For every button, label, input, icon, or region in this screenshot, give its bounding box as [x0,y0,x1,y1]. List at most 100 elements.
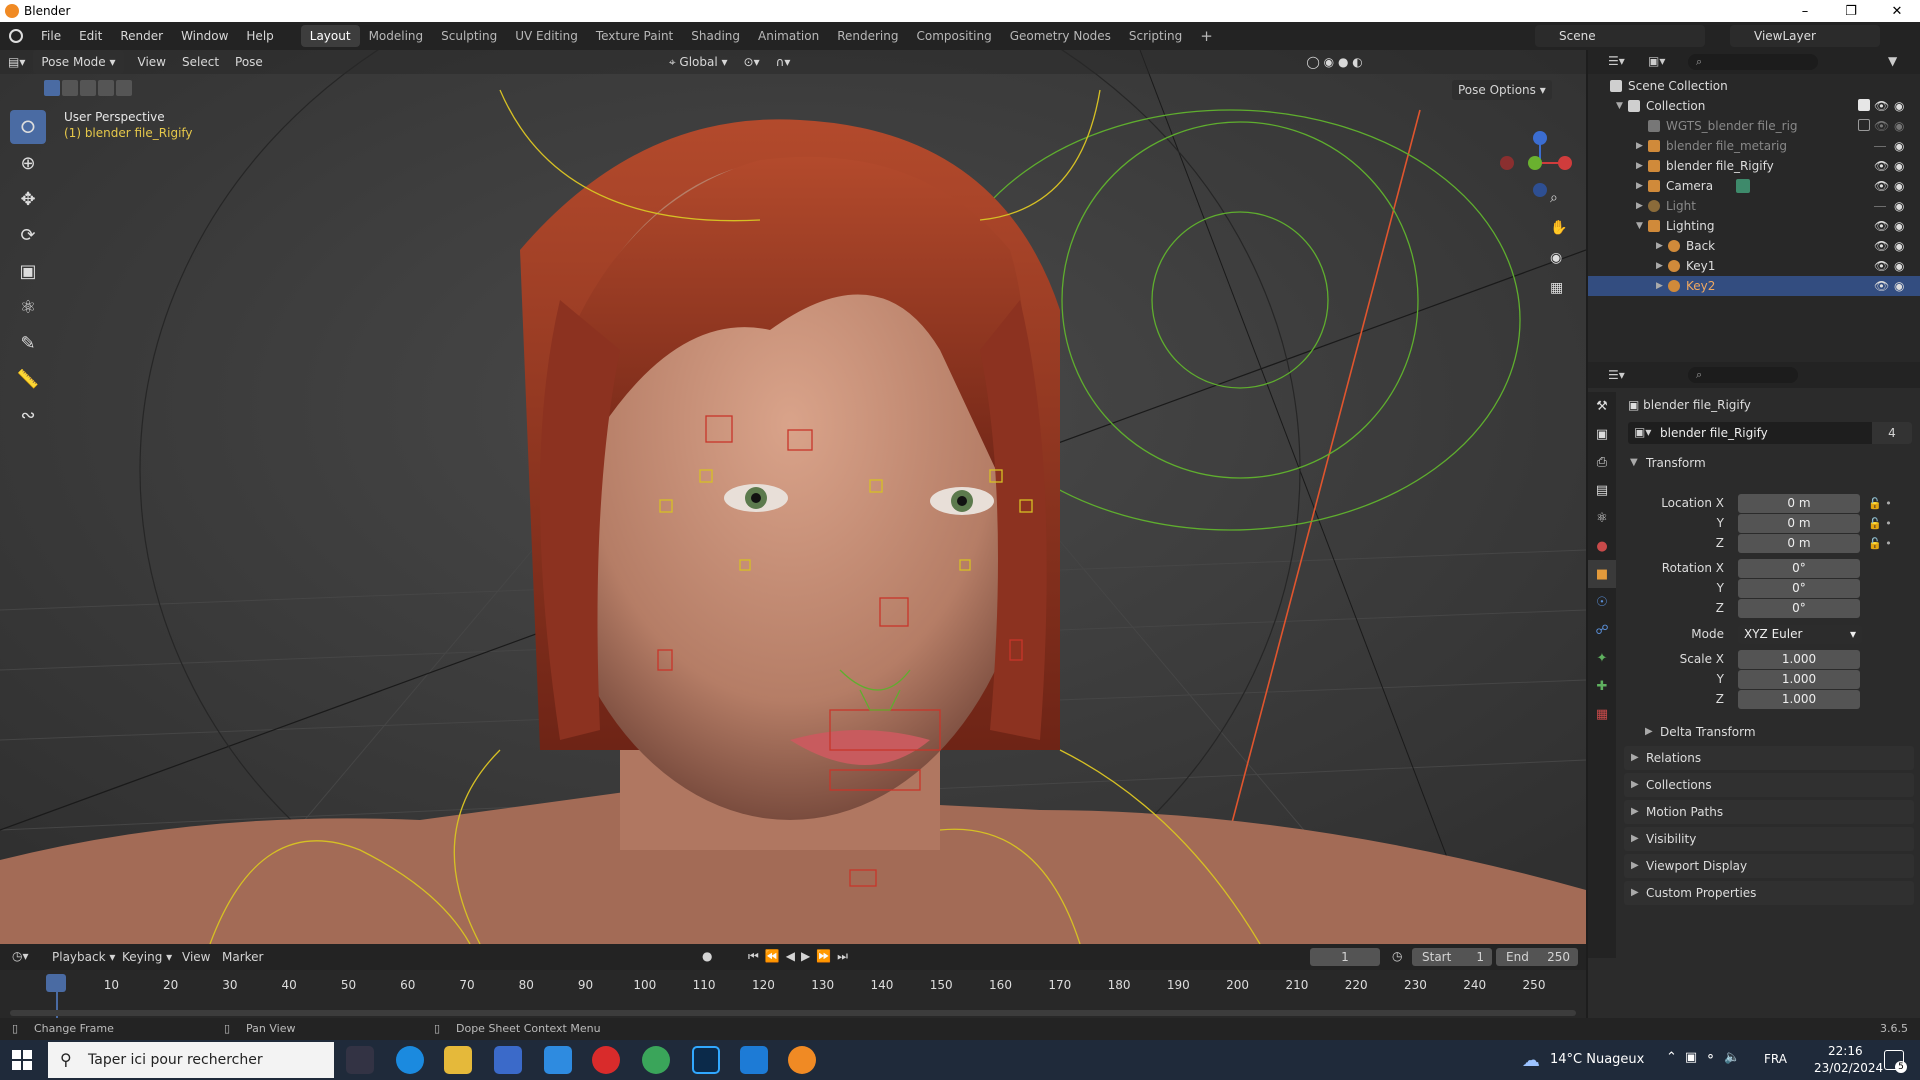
menu-marker[interactable]: Marker [222,950,263,964]
output-tab-icon[interactable]: ⎙ [1588,448,1616,476]
zoom-icon[interactable]: ⌕ [1550,190,1574,220]
pose-options-button[interactable]: Pose Options ▾ [1452,80,1552,100]
menu-keying[interactable]: Keying ▾ [122,950,172,964]
tab-rendering[interactable]: Rendering [828,25,907,47]
expand-icon[interactable]: ▶ [1656,256,1663,276]
menu-help[interactable]: Help [237,22,282,50]
select-new-icon[interactable] [44,80,60,96]
object-tab-icon[interactable]: ■ [1588,560,1616,588]
visibility-eye-icon[interactable]: 👁 [1874,176,1889,196]
expand-icon[interactable]: ▶ [1656,276,1663,296]
tab-modeling[interactable]: Modeling [360,25,433,47]
outliner-editor-icon[interactable]: ☰▾ [1608,54,1625,68]
mail-icon[interactable] [544,1046,572,1074]
clock-date[interactable]: 23/02/2024 [1814,1061,1883,1075]
lock-icon[interactable]: 🔓 • [1868,534,1898,554]
tab-sculpting[interactable]: Sculpting [432,25,506,47]
expand-icon[interactable]: ▶ [1636,196,1643,216]
menu-edit[interactable]: Edit [70,22,111,50]
add-workspace-icon[interactable]: + [1191,25,1222,47]
playback-controls[interactable]: ⏮⏪◀▶⏩⏭ [748,949,854,964]
select-invert-icon[interactable] [98,80,114,96]
view-layer-selector[interactable]: ViewLayer [1730,25,1880,47]
visibility-eye-icon[interactable]: 👁 [1874,216,1889,236]
render-camera-icon[interactable]: ◉ [1894,216,1904,236]
opera-browser-icon[interactable] [592,1046,620,1074]
blender-menu-icon[interactable] [0,22,32,50]
taskbar-search-box[interactable]: ⚲ Taper ici pour rechercher [48,1042,334,1078]
clock-time[interactable]: 22:16 [1828,1044,1863,1058]
location-y-field[interactable]: 0 m [1738,514,1860,533]
transform-panel-header[interactable]: ▼ Transform [1624,452,1914,474]
task-view-icon[interactable] [346,1046,374,1074]
pan-hand-icon[interactable]: ✋ [1550,220,1574,250]
mode-selector[interactable]: Pose Mode ▾ [33,50,124,74]
tray-icons[interactable]: ⌃▣⚬🔈 [1666,1050,1748,1065]
location-z-field[interactable]: 0 m [1738,534,1860,553]
editor-type-icon[interactable]: ▤▾ [0,50,33,74]
cursor-icon[interactable]: ⊕ [10,146,46,180]
snap-icon[interactable]: ∩▾ [768,50,799,74]
menu-view[interactable]: View [130,50,174,74]
lock-icon[interactable]: 🔓 • [1868,494,1898,514]
render-camera-icon[interactable]: ◉ [1894,196,1904,216]
close-button[interactable]: ✕ [1874,0,1920,22]
outliner-row-collection[interactable]: ▼ Collection 👁 ◉ [1588,96,1920,116]
preview-range-icon[interactable]: ◷ [1392,949,1402,963]
location-x-field[interactable]: 0 m [1738,494,1860,513]
scale-icon[interactable]: ▣ [10,254,46,288]
visibility-eye-icon[interactable]: 👁 [1874,276,1889,296]
render-camera-icon[interactable]: ◉ [1894,276,1904,296]
select-subtract-icon[interactable] [80,80,96,96]
notification-center-icon[interactable]: 5 [1884,1050,1907,1073]
properties-editor-icon[interactable]: ☰▾ [1608,368,1625,382]
input-language[interactable]: FRA [1764,1052,1787,1066]
visibility-eye-icon[interactable]: 👁 [1874,96,1889,116]
viewport-shading-icons[interactable]: ◯ ◉ ● ◐ [1298,50,1370,74]
camera-view-icon[interactable]: ◉ [1550,250,1574,280]
menu-timeline-view[interactable]: View [182,950,210,964]
edge-browser-icon[interactable] [396,1046,424,1074]
timeline-editor-icon[interactable]: ◷▾ [12,949,29,963]
filter-icon[interactable]: ▼ [1888,54,1897,68]
world-tab-icon[interactable]: ● [1588,532,1616,560]
expand-icon[interactable]: ▶ [1636,176,1643,196]
object-name-field[interactable]: ▣▾ blender file_Rigify 4 [1628,422,1912,444]
select-box-icon[interactable]: ⭘ [10,110,46,144]
scale-z-field[interactable]: 1.000 [1738,690,1860,709]
panel-motion-paths[interactable]: ▶ Motion Paths [1624,800,1914,824]
scene-tab-icon[interactable]: ⚛ [1588,504,1616,532]
weather-text[interactable]: 14°C Nuageux [1550,1052,1644,1067]
outliner-search-input[interactable]: ⌕ [1688,54,1818,70]
panel-delta-transform[interactable]: ▶ Delta Transform [1638,720,1908,744]
visibility-eye-icon[interactable]: ― [1874,136,1886,156]
expand-icon[interactable]: ▶ [1636,136,1643,156]
armature-data-tab-icon[interactable]: ✦ [1588,644,1616,672]
scene-selector[interactable]: Scene [1535,25,1705,47]
bone-tab-icon[interactable]: ✚ [1588,672,1616,700]
render-camera-icon[interactable]: ◉ [1894,256,1904,276]
start-frame-field[interactable]: Start 1 [1412,948,1492,966]
timeline-scrollbar[interactable] [10,1010,1576,1016]
annotate-icon[interactable]: ✎ [10,326,46,360]
select-intersect-icon[interactable] [116,80,132,96]
end-frame-field[interactable]: End 250 [1496,948,1578,966]
blender-taskbar-icon[interactable] [788,1046,816,1074]
outliner-row-metarig[interactable]: ▶ blender file_metarig ― ◉ [1588,136,1920,156]
render-camera-icon[interactable]: ◉ [1894,156,1904,176]
exclude-checkbox[interactable] [1858,119,1870,131]
render-camera-icon[interactable]: ◉ [1894,176,1904,196]
visibility-eye-icon[interactable]: 👁 [1874,236,1889,256]
measure-icon[interactable]: 📏 [10,362,46,396]
rotation-x-field[interactable]: 0° [1738,559,1860,578]
photos-app-icon[interactable] [740,1046,768,1074]
scale-y-field[interactable]: 1.000 [1738,670,1860,689]
rotation-z-field[interactable]: 0° [1738,599,1860,618]
menu-render[interactable]: Render [111,22,172,50]
outliner-row-camera[interactable]: ▶ Camera 👁 ◉ [1588,176,1920,196]
orientation-selector[interactable]: ⌖ Global ▾ [661,50,736,74]
outliner-row-key1[interactable]: ▶ Key1 👁 ◉ [1588,256,1920,276]
rotation-y-field[interactable]: 0° [1738,579,1860,598]
view-layer-tab-icon[interactable]: ▤ [1588,476,1616,504]
modifier-tab-icon[interactable]: ☉ [1588,588,1616,616]
